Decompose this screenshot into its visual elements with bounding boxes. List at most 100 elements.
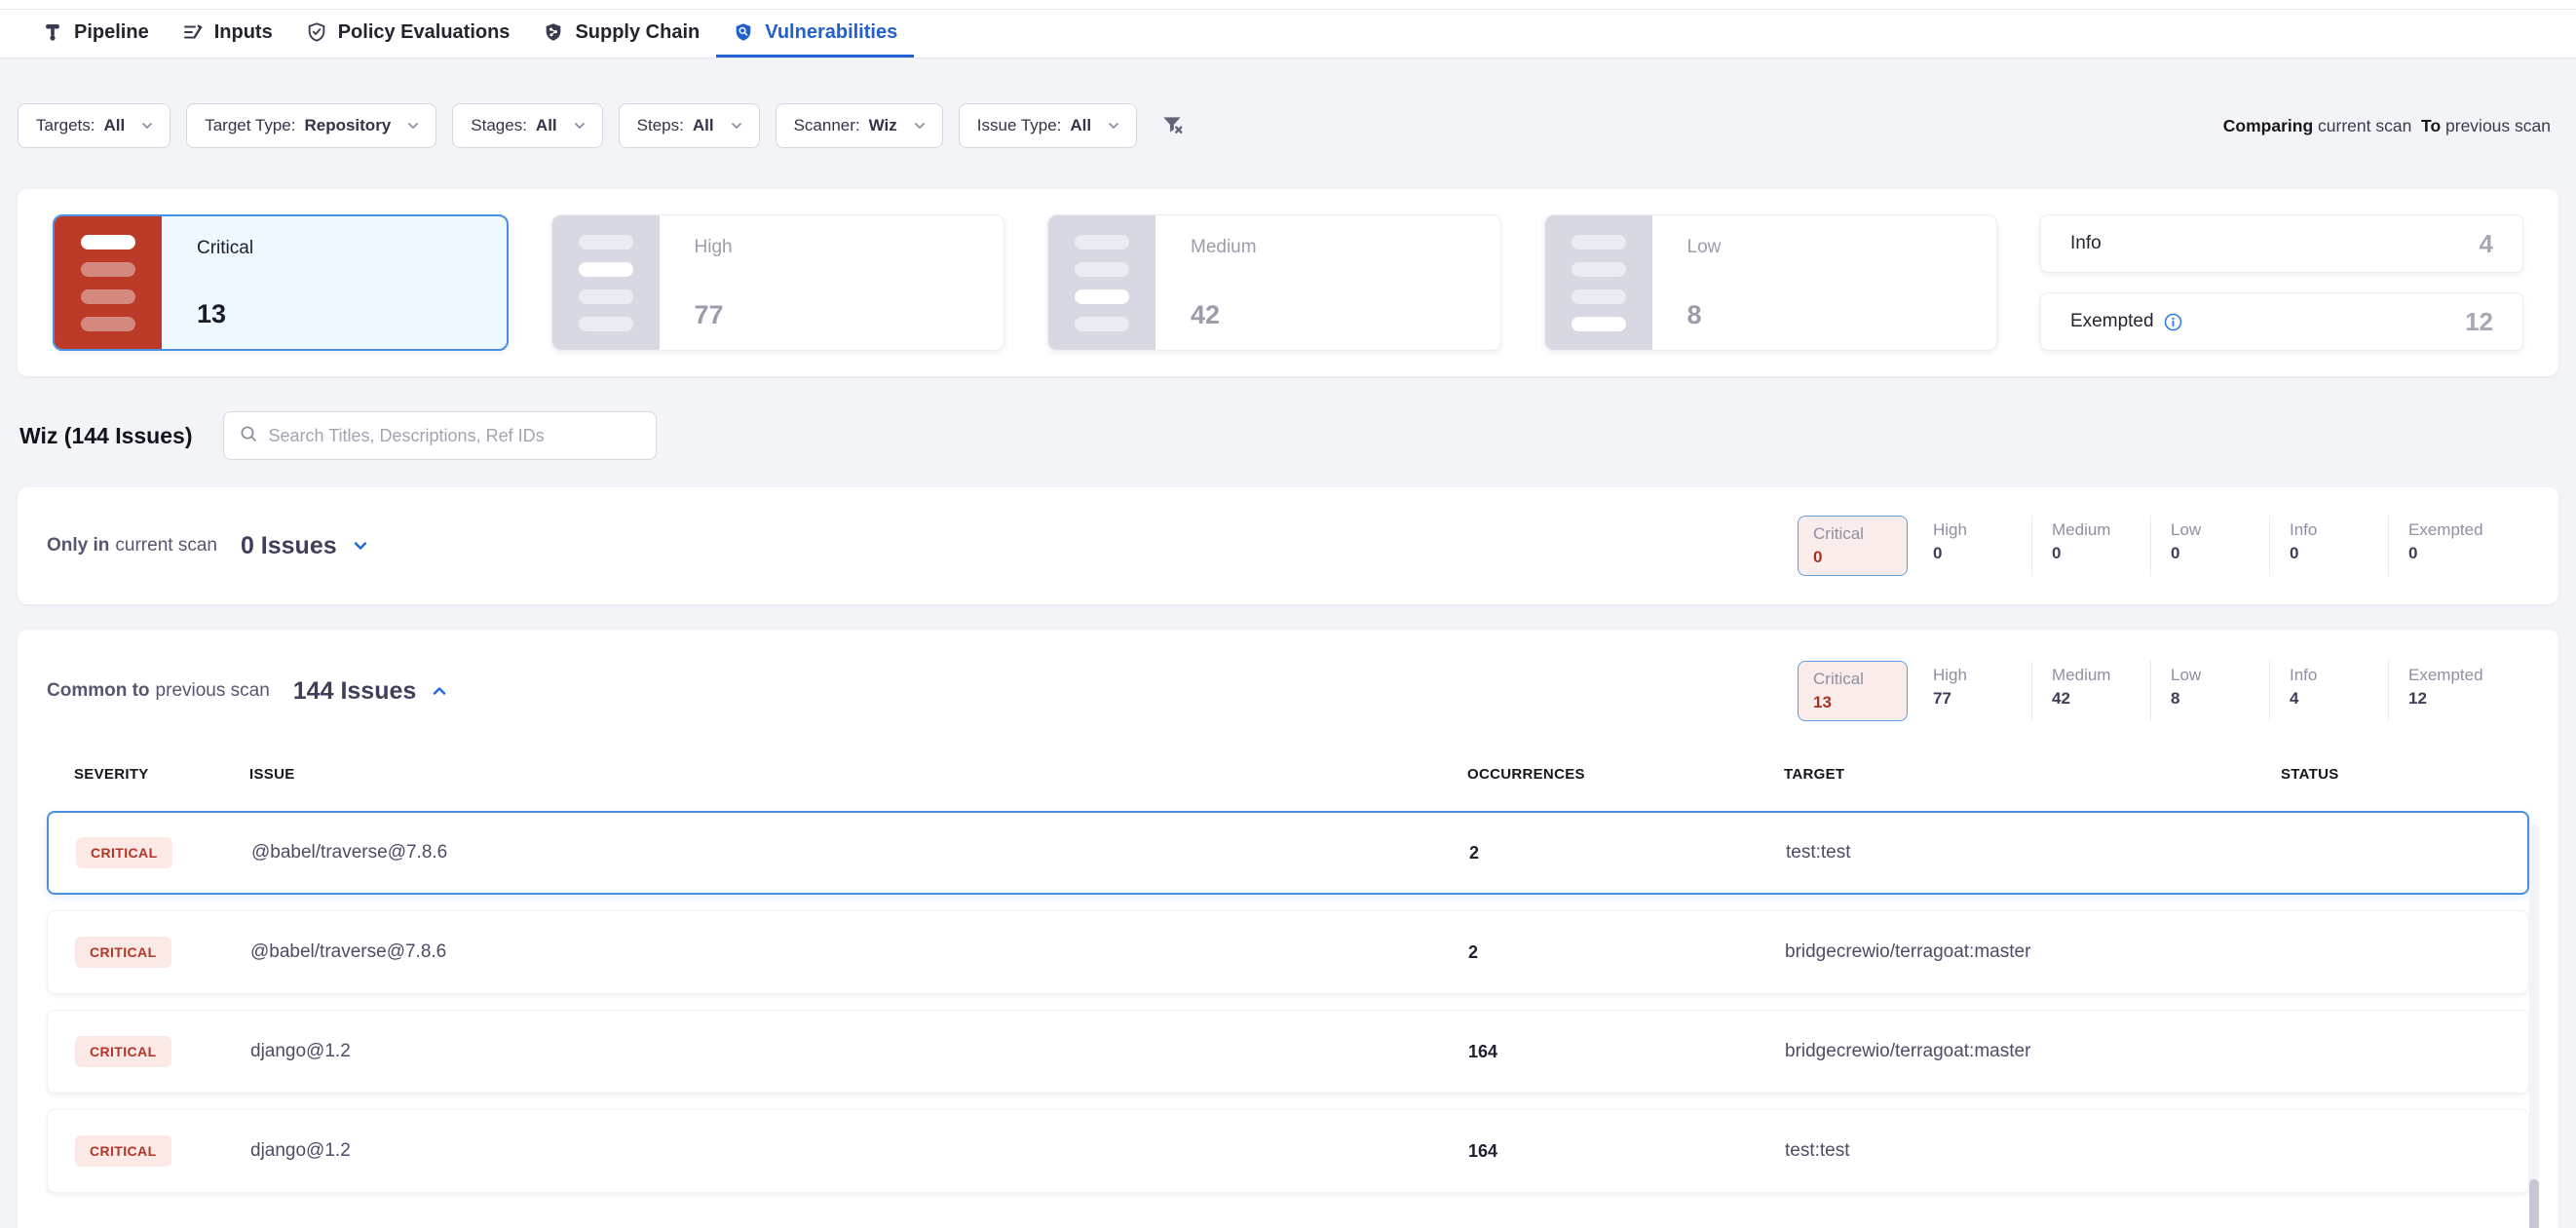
vulnerabilities-icon — [733, 21, 754, 43]
chip-low[interactable]: Low 8 — [2150, 661, 2269, 721]
inputs-icon — [182, 21, 204, 43]
chip-critical[interactable]: Critical 13 — [1798, 661, 1908, 721]
col-severity: SEVERITY — [74, 766, 249, 783]
comparing-bold: Comparing — [2223, 116, 2313, 135]
severity-card-critical[interactable]: Critical 13 — [53, 214, 509, 351]
issue-name: django@1.2 — [250, 1041, 1468, 1062]
chip-label: High — [1933, 666, 2031, 685]
severity-card-count: 42 — [1191, 300, 1257, 330]
chip-info[interactable]: Info 4 — [2269, 661, 2388, 721]
filter-dropdown-scanner[interactable]: Scanner: Wiz — [776, 103, 943, 148]
severity-cards: Critical 13 High 77 Medium 42 Low 8 — [53, 214, 1997, 351]
tab-supply-chain[interactable]: Supply Chain — [526, 10, 716, 58]
severity-badge: CRITICAL — [75, 937, 171, 968]
chip-high[interactable]: High 0 — [1933, 516, 2031, 576]
exempted-card[interactable]: Exempted 12 — [2040, 292, 2523, 351]
section-title: Only in current scan 0 Issues — [47, 532, 370, 560]
chip-exempted[interactable]: Exempted 0 — [2388, 516, 2529, 576]
chip-value: 77 — [1933, 689, 2031, 709]
info-card[interactable]: Info 4 — [2040, 214, 2523, 273]
chip-value: 4 — [2290, 689, 2388, 709]
issue-name: django@1.2 — [250, 1140, 1468, 1162]
search-icon — [239, 424, 258, 448]
scanner-row: Wiz (144 Issues) — [18, 411, 2558, 460]
chip-value: 0 — [2290, 544, 2388, 563]
scrollbar-thumb[interactable] — [2529, 1179, 2539, 1228]
info-card-label: Info — [2070, 233, 2102, 254]
severity-card-label: Medium — [1191, 237, 1257, 258]
vulnerabilities-page: Pipeline Inputs Policy Evaluations Suppl… — [0, 0, 2576, 1228]
target-name: bridgecrewio/terragoat:master — [1785, 1041, 2282, 1062]
section-issues-count: 144 Issues — [293, 677, 417, 706]
tab-policy-evaluations[interactable]: Policy Evaluations — [289, 10, 527, 58]
chevron-down-icon — [572, 118, 587, 134]
occurrences-count: 2 — [1468, 942, 1785, 963]
chip-label: Medium — [2052, 666, 2150, 685]
filter-value: All — [1070, 116, 1091, 135]
exempted-card-label: Exempted — [2070, 311, 2154, 332]
occurrences-count: 164 — [1468, 1141, 1785, 1162]
tab-label: Pipeline — [74, 21, 149, 44]
chip-label: Low — [2171, 520, 2269, 540]
filter-value: All — [103, 116, 125, 135]
chip-medium[interactable]: Medium 0 — [2031, 516, 2150, 576]
chip-exempted[interactable]: Exempted 12 — [2388, 661, 2529, 721]
supply-chain-icon — [543, 21, 564, 43]
chevron-down-icon — [1106, 118, 1121, 134]
chip-value: 42 — [2052, 689, 2150, 709]
issue-row[interactable]: CRITICAL django@1.2 164 bridgecrewio/ter… — [47, 1010, 2529, 1094]
chevron-up-icon[interactable] — [430, 681, 449, 701]
chip-value: 0 — [1933, 544, 2031, 563]
severity-badge: CRITICAL — [76, 837, 172, 868]
clear-filters-icon[interactable] — [1160, 113, 1186, 138]
tab-pipeline[interactable]: Pipeline — [25, 10, 166, 58]
policy-evaluations-icon — [306, 21, 327, 43]
severity-card-high[interactable]: High 77 — [551, 214, 1005, 351]
chip-label: Medium — [2052, 520, 2150, 540]
chip-label: Low — [2171, 666, 2269, 685]
col-status: STATUS — [2281, 766, 2502, 783]
section-title-rest: previous scan — [156, 680, 270, 702]
tab-label: Vulnerabilities — [765, 21, 897, 44]
filter-dropdown-targets[interactable]: Targets: All — [18, 103, 170, 148]
tab-bar: Pipeline Inputs Policy Evaluations Suppl… — [0, 10, 2576, 58]
severity-card-medium[interactable]: Medium 42 — [1047, 214, 1501, 351]
chip-label: Exempted — [2408, 520, 2529, 540]
comparing-label: Comparing current scan To previous scan — [2223, 116, 2558, 136]
severity-card-low[interactable]: Low 8 — [1544, 214, 1998, 351]
severity-bars-icon — [55, 216, 162, 349]
filter-pills: Targets: All Target Type: Repository Sta… — [18, 103, 1137, 148]
info-circle-icon — [2164, 313, 2182, 331]
chip-low[interactable]: Low 0 — [2150, 516, 2269, 576]
only-in-current-scan-section: Only in current scan 0 Issues Critical 0… — [18, 487, 2558, 604]
table-header: SEVERITY ISSUE OCCURRENCES TARGET STATUS — [47, 752, 2529, 795]
tab-vulnerabilities[interactable]: Vulnerabilities — [716, 10, 914, 58]
chevron-down-icon[interactable] — [351, 536, 370, 556]
filter-dropdown-stages[interactable]: Stages: All — [452, 103, 602, 148]
chip-high[interactable]: High 77 — [1933, 661, 2031, 721]
tab-label: Policy Evaluations — [338, 21, 511, 44]
chip-value: 0 — [2408, 544, 2529, 563]
chip-label: Critical — [1813, 524, 1907, 544]
filter-dropdown-target-type[interactable]: Target Type: Repository — [186, 103, 436, 148]
chevron-down-icon — [139, 118, 155, 134]
severity-card-count: 8 — [1687, 300, 1722, 330]
filter-dropdown-steps[interactable]: Steps: All — [619, 103, 760, 148]
chevron-down-icon — [405, 118, 421, 134]
chip-medium[interactable]: Medium 42 — [2031, 661, 2150, 721]
issue-name: @babel/traverse@7.8.6 — [250, 941, 1468, 963]
chip-info[interactable]: Info 0 — [2269, 516, 2388, 576]
search-input[interactable] — [268, 426, 641, 446]
issue-row[interactable]: CRITICAL django@1.2 164 test:test — [47, 1109, 2529, 1193]
issue-name: @babel/traverse@7.8.6 — [251, 842, 1469, 863]
issue-row[interactable]: CRITICAL @babel/traverse@7.8.6 2 bridgec… — [47, 910, 2529, 994]
tab-inputs[interactable]: Inputs — [166, 10, 289, 58]
col-issue: ISSUE — [249, 766, 1467, 783]
comparing-current: current scan — [2318, 116, 2411, 135]
severity-badge: CRITICAL — [75, 1135, 171, 1167]
issue-row[interactable]: CRITICAL @babel/traverse@7.8.6 2 test:te… — [47, 811, 2529, 895]
table-scrollbar[interactable] — [2529, 825, 2539, 1228]
target-name: test:test — [1786, 842, 2283, 863]
chip-critical[interactable]: Critical 0 — [1798, 516, 1908, 576]
filter-dropdown-issue-type[interactable]: Issue Type: All — [959, 103, 1137, 148]
